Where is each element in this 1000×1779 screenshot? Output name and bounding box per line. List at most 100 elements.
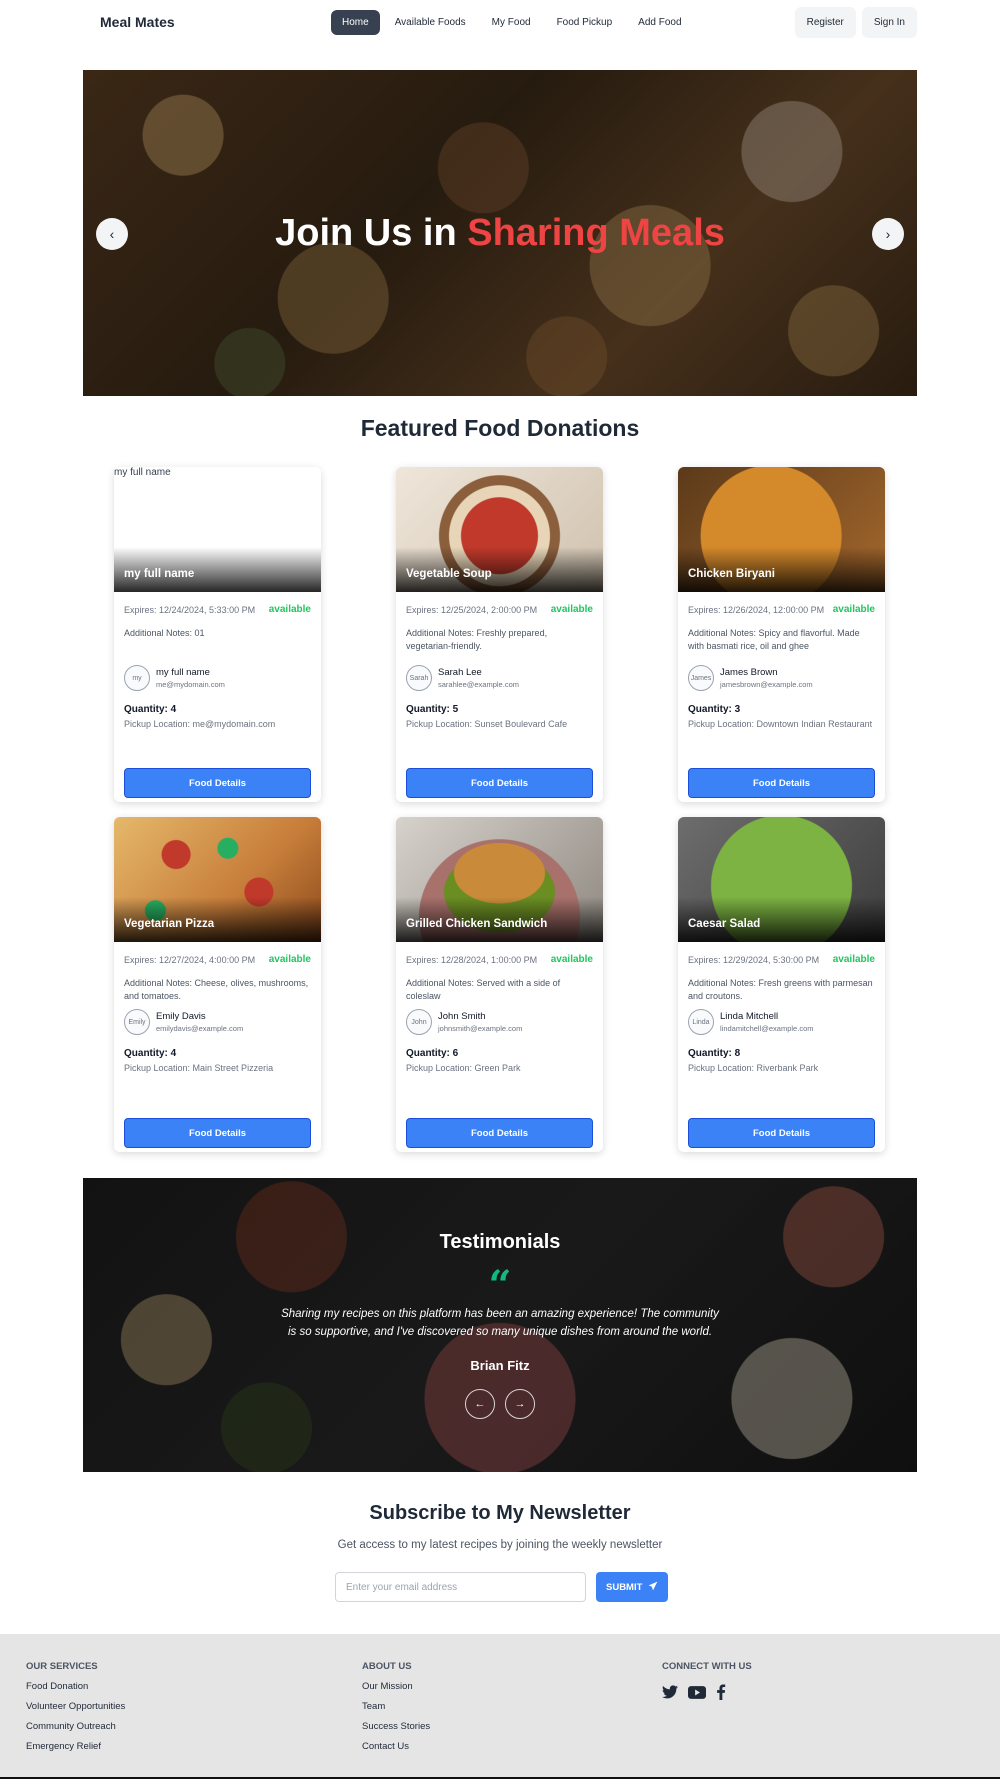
newsletter-form: SUBMIT bbox=[335, 1572, 669, 1602]
register-button[interactable]: Register bbox=[794, 7, 856, 38]
status-badge: available bbox=[268, 604, 311, 615]
donor-email: me@mydomain.com bbox=[156, 680, 225, 689]
food-image: Vegetarian Pizza bbox=[114, 817, 321, 942]
food-card: my full name my full name Expires: 12/24… bbox=[114, 467, 321, 802]
auth-buttons: Register Sign In bbox=[794, 7, 917, 38]
nav-home[interactable]: Home bbox=[331, 10, 380, 35]
food-details-button[interactable]: Food Details bbox=[124, 768, 311, 798]
footer: OUR SERVICES Food Donation Volunteer Opp… bbox=[0, 1634, 1000, 1779]
food-card: Grilled Chicken Sandwich Expires: 12/28/… bbox=[396, 817, 603, 1152]
footer-link[interactable]: Our Mission bbox=[362, 1681, 430, 1692]
hero-next-button[interactable]: › bbox=[872, 218, 904, 250]
newsletter-title: Subscribe to My Newsletter bbox=[369, 1502, 631, 1524]
quote-icon: “ bbox=[488, 1262, 512, 1309]
quantity: Quantity: 5 bbox=[406, 704, 459, 715]
food-details-button[interactable]: Food Details bbox=[406, 768, 593, 798]
additional-notes: Additional Notes: Served with a side of … bbox=[406, 978, 561, 1001]
send-icon bbox=[648, 1581, 658, 1594]
youtube-icon[interactable] bbox=[688, 1685, 706, 1699]
footer-about: ABOUT US Our Mission Team Success Storie… bbox=[362, 1661, 430, 1752]
food-details-button[interactable]: Food Details bbox=[406, 1118, 593, 1148]
nav-my-food[interactable]: My Food bbox=[481, 10, 542, 35]
avatar: Sarah bbox=[406, 665, 432, 691]
donor-email: jamesbrown@example.com bbox=[720, 680, 813, 689]
donor-name: James Brown bbox=[720, 667, 778, 678]
testimonials-title: Testimonials bbox=[439, 1231, 561, 1253]
footer-link[interactable]: Community Outreach bbox=[26, 1721, 125, 1732]
expiry-date: Expires: 12/28/2024, 1:00:00 PM bbox=[406, 954, 538, 965]
status-badge: available bbox=[832, 604, 875, 615]
expiry-date: Expires: 12/26/2024, 12:00:00 PM bbox=[688, 604, 825, 615]
sign-in-button[interactable]: Sign In bbox=[861, 7, 917, 38]
newsletter-subtitle: Get access to my latest recipes by joini… bbox=[337, 1539, 663, 1551]
nav-food-pickup[interactable]: Food Pickup bbox=[546, 10, 624, 35]
food-card: Vegetarian Pizza Expires: 12/27/2024, 4:… bbox=[114, 817, 321, 1152]
status-badge: available bbox=[832, 954, 875, 965]
submit-button[interactable]: SUBMIT bbox=[596, 1572, 669, 1602]
donor-email: lindamitchell@example.com bbox=[720, 1024, 814, 1033]
donor-info: John John Smith johnsmith@example.com bbox=[406, 1009, 593, 1035]
testimonial-author: Brian Fitz bbox=[470, 1358, 530, 1373]
food-image: Chicken Biryani bbox=[678, 467, 885, 592]
donor-name: Sarah Lee bbox=[438, 667, 482, 678]
food-name: Vegetarian Pizza bbox=[124, 918, 215, 930]
hero-title-main: Join Us in bbox=[275, 212, 468, 254]
avatar: James bbox=[688, 665, 714, 691]
additional-notes: Additional Notes: 01 bbox=[124, 628, 205, 638]
nav-add-food[interactable]: Add Food bbox=[627, 10, 692, 35]
donor-name: John Smith bbox=[438, 1011, 486, 1022]
donor-info: Sarah Sarah Lee sarahlee@example.com bbox=[406, 665, 593, 691]
hero-title-accent: Sharing Meals bbox=[467, 212, 725, 254]
food-name: my full name bbox=[124, 568, 195, 580]
food-card: Vegetable Soup Expires: 12/25/2024, 2:00… bbox=[396, 467, 603, 802]
expiry-date: Expires: 12/25/2024, 2:00:00 PM bbox=[406, 604, 538, 615]
footer-link[interactable]: Success Stories bbox=[362, 1721, 430, 1732]
avatar: John bbox=[406, 1009, 432, 1035]
footer-heading: ABOUT US bbox=[362, 1661, 412, 1672]
avatar: my bbox=[124, 665, 150, 691]
food-details-button[interactable]: Food Details bbox=[124, 1118, 311, 1148]
avatar: Linda bbox=[688, 1009, 714, 1035]
footer-link[interactable]: Contact Us bbox=[362, 1741, 430, 1752]
food-image: my full name my full name bbox=[114, 467, 321, 592]
donor-info: Emily Emily Davis emilydavis@example.com bbox=[124, 1009, 311, 1035]
brand-logo[interactable]: Meal Mates bbox=[100, 14, 175, 30]
food-details-button[interactable]: Food Details bbox=[688, 1118, 875, 1148]
donor-name: my full name bbox=[156, 667, 210, 678]
nav-available-foods[interactable]: Available Foods bbox=[384, 10, 477, 35]
food-name: Grilled Chicken Sandwich bbox=[406, 918, 548, 930]
donor-info: my my full name me@mydomain.com bbox=[124, 665, 311, 691]
expiry-date: Expires: 12/29/2024, 5:30:00 PM bbox=[688, 954, 820, 965]
quantity: Quantity: 4 bbox=[124, 704, 177, 715]
footer-heading: CONNECT WITH US bbox=[662, 1661, 752, 1672]
broken-image-alt: my full name bbox=[114, 467, 171, 478]
footer-link[interactable]: Volunteer Opportunities bbox=[26, 1701, 125, 1712]
twitter-icon[interactable] bbox=[662, 1685, 678, 1699]
donor-email: johnsmith@example.com bbox=[438, 1024, 523, 1033]
email-input[interactable] bbox=[335, 1572, 586, 1602]
pickup-location: Pickup Location: Sunset Boulevard Cafe bbox=[406, 719, 568, 729]
footer-link[interactable]: Emergency Relief bbox=[26, 1741, 125, 1752]
food-card: Caesar Salad Expires: 12/29/2024, 5:30:0… bbox=[678, 817, 885, 1152]
expiry-date: Expires: 12/24/2024, 5:33:00 PM bbox=[124, 604, 256, 615]
testimonial-next-button[interactable]: → bbox=[505, 1389, 535, 1419]
footer-link[interactable]: Food Donation bbox=[26, 1681, 125, 1692]
testimonial-prev-button[interactable]: ← bbox=[465, 1389, 495, 1419]
food-details-button[interactable]: Food Details bbox=[688, 768, 875, 798]
food-name: Caesar Salad bbox=[688, 918, 761, 930]
quantity: Quantity: 6 bbox=[406, 1048, 459, 1059]
status-badge: available bbox=[268, 954, 311, 965]
donor-email: sarahlee@example.com bbox=[438, 680, 519, 689]
donor-name: Linda Mitchell bbox=[720, 1011, 779, 1022]
footer-services: OUR SERVICES Food Donation Volunteer Opp… bbox=[26, 1661, 125, 1752]
quantity: Quantity: 8 bbox=[688, 1048, 741, 1059]
donor-info: James James Brown jamesbrown@example.com bbox=[688, 665, 875, 691]
social-links bbox=[662, 1684, 752, 1700]
status-badge: available bbox=[550, 954, 593, 965]
food-card-grid: my full name my full name Expires: 12/24… bbox=[114, 467, 886, 1152]
quantity: Quantity: 3 bbox=[688, 704, 741, 715]
footer-connect: CONNECT WITH US bbox=[662, 1661, 752, 1700]
footer-link[interactable]: Team bbox=[362, 1701, 430, 1712]
facebook-icon[interactable] bbox=[716, 1684, 726, 1700]
pickup-location: Pickup Location: Green Park bbox=[406, 1063, 521, 1073]
